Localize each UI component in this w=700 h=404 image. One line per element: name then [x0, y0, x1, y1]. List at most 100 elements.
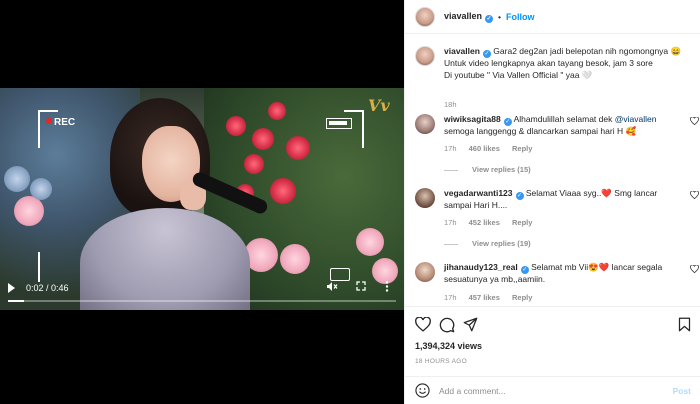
comment-text: wiwiksagita88 ✓ Alhamdulillah selamat dek…	[444, 114, 684, 138]
avatar[interactable]	[415, 262, 435, 282]
separator: •	[498, 11, 502, 22]
caption-meta: 18h	[444, 100, 467, 109]
caption-text: viavallen ✓ Gara2 deg2an jadi belepotan n…	[444, 46, 684, 81]
avatar[interactable]	[415, 46, 435, 66]
flower	[252, 128, 274, 150]
flower	[356, 228, 384, 256]
emoji-button[interactable]	[415, 383, 430, 400]
video-controls: 0:02 / 0:46	[0, 278, 404, 310]
comment-like-button[interactable]	[690, 190, 699, 201]
mention-link[interactable]: @viavallen	[615, 114, 657, 124]
comment-likes[interactable]: 457 likes	[469, 293, 500, 302]
caption: viavallen ✓ Gara2 deg2an jadi belepotan n…	[415, 46, 699, 109]
comment-item: wiwiksagita88 ✓ Alhamdulillah selamat dek…	[415, 114, 699, 174]
avatar[interactable]	[415, 6, 435, 27]
comment-item: jihanaudy123_real ✓ Selamat mb Vii😍❤️ lan…	[415, 262, 699, 304]
play-button[interactable]	[8, 283, 15, 293]
video-player[interactable]: REC Vv 0:02 / 0:46	[0, 0, 404, 404]
verified-icon: ✓	[485, 14, 494, 23]
view-replies-button[interactable]: View replies (15)	[444, 165, 531, 174]
mute-button[interactable]	[326, 281, 338, 295]
vv-logo: Vv	[368, 96, 390, 115]
verified-icon: ✓	[482, 50, 491, 58]
flower	[280, 244, 310, 274]
comment-item: vegadarwanti123 ✓ Selamat Viaaa syg..❤️ S…	[415, 188, 699, 248]
comment-time: 17h	[444, 144, 457, 153]
comment-text: jihanaudy123_real ✓ Selamat mb Vii😍❤️ lan…	[444, 262, 684, 286]
camera-frame-corner	[38, 110, 58, 148]
share-icon[interactable]	[463, 317, 478, 332]
vertical-dots-icon	[385, 281, 389, 292]
comment-time: 17h	[444, 293, 457, 302]
fullscreen-icon	[356, 281, 366, 291]
comment-meta: 17h 452 likes Reply	[444, 218, 542, 227]
heart-icon[interactable]	[415, 317, 431, 332]
comment-text-after: sesuatunya ya mb,,aamiin.	[444, 274, 546, 284]
comment-likes[interactable]: 460 likes	[469, 144, 500, 153]
comment-text-before: Alhamdulillah selamat dek	[513, 114, 615, 124]
post-button[interactable]: Post	[673, 386, 691, 396]
more-options-button[interactable]	[385, 281, 389, 295]
speaker-muted-icon	[327, 282, 338, 291]
comment-text: vegadarwanti123 ✓ Selamat Viaaa syg..❤️ S…	[444, 188, 684, 212]
post-timestamp: 18 HOURS AGO	[415, 358, 468, 365]
header-username[interactable]: viavallen ✓	[444, 11, 494, 23]
progress-fill	[8, 300, 24, 302]
comment-meta: 17h 460 likes Reply	[444, 144, 542, 153]
rec-label: REC	[54, 117, 76, 128]
flower	[30, 178, 52, 200]
caption-username[interactable]: viavallen	[444, 46, 480, 56]
comment-composer: Post	[405, 376, 700, 404]
verified-icon: ✓	[503, 118, 512, 126]
comment-like-button[interactable]	[690, 116, 699, 127]
reply-button[interactable]: Reply	[512, 144, 532, 153]
comment-time: 17h	[444, 218, 457, 227]
caption-time: 18h	[444, 100, 457, 109]
battery-icon	[326, 118, 352, 129]
bookmark-icon[interactable]	[678, 317, 691, 332]
comment-likes[interactable]: 452 likes	[469, 218, 500, 227]
flower	[14, 196, 44, 226]
heart-icon	[690, 264, 699, 274]
avatar[interactable]	[415, 188, 435, 208]
comment-input[interactable]	[439, 384, 659, 398]
flower	[4, 166, 30, 192]
verified-icon: ✓	[520, 266, 529, 274]
rec-dot-icon	[46, 118, 52, 124]
video-time: 0:02 / 0:46	[26, 283, 69, 293]
comment-meta: 17h 457 likes Reply	[444, 293, 542, 302]
post-actions: 1,394,324 views 18 HOURS AGO Post	[405, 306, 700, 404]
avatar[interactable]	[415, 114, 435, 134]
caption-line: Untuk video lengkapnya akan tayang besok…	[444, 58, 653, 68]
caption-line: Di youtube " Via Vallen Official " yaa 🤍	[444, 69, 593, 80]
comment-username[interactable]: wiwiksagita88	[444, 114, 501, 124]
flower	[268, 102, 286, 120]
rec-indicator: REC	[46, 117, 75, 128]
comment-icon[interactable]	[439, 317, 455, 333]
view-count[interactable]: 1,394,324 views	[415, 341, 482, 351]
reply-button[interactable]: Reply	[512, 218, 532, 227]
comment-text-before: Selamat Viaaa syg..❤️ Smg lancar	[525, 188, 658, 198]
caption-line: Gara2 deg2an jadi belepotan nih ngomongn…	[493, 46, 682, 56]
verified-icon: ✓	[515, 192, 524, 200]
comment-username[interactable]: jihanaudy123_real	[444, 262, 518, 272]
camera-frame-corner	[344, 110, 364, 148]
follow-button[interactable]: Follow	[506, 12, 535, 22]
post-side-panel: viavallen ✓ • Follow viavallen ✓ Gara2 deg…	[404, 0, 700, 404]
comments-list[interactable]: viavallen ✓ Gara2 deg2an jadi belepotan n…	[405, 35, 700, 305]
reply-button[interactable]: Reply	[512, 293, 532, 302]
heart-icon	[690, 190, 699, 200]
progress-track[interactable]	[8, 300, 396, 302]
emoji-icon	[415, 383, 430, 398]
comment-like-button[interactable]	[690, 264, 699, 275]
action-icons	[415, 317, 691, 335]
comment-username[interactable]: vegadarwanti123	[444, 188, 513, 198]
post-header: viavallen ✓ • Follow	[405, 0, 700, 34]
flower	[286, 136, 310, 160]
fullscreen-button[interactable]	[356, 281, 366, 294]
heart-icon	[690, 116, 699, 126]
comment-text-after: semoga langgengg & dlancarkan sampai har…	[444, 126, 637, 136]
comment-text-before: Selamat mb Vii😍❤️ lancar segala	[531, 262, 663, 272]
flower	[270, 178, 296, 204]
view-replies-button[interactable]: View replies (19)	[444, 239, 531, 248]
